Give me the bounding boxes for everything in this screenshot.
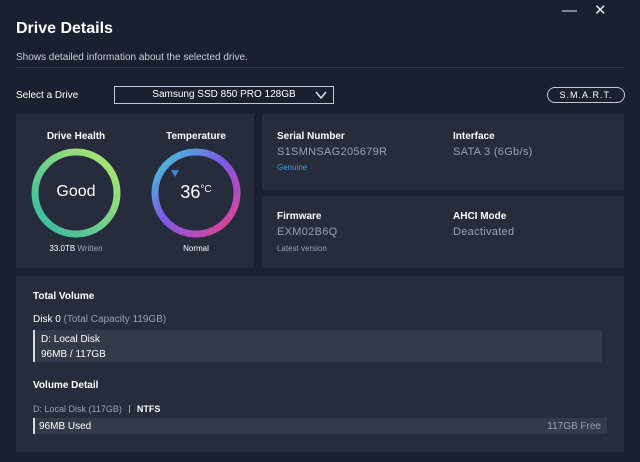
- chevron-down-icon: [315, 91, 327, 100]
- temperature-value: 36°C: [148, 182, 244, 203]
- drive-health-title: Drive Health: [46, 131, 106, 142]
- header-divider: [16, 67, 624, 68]
- partition-bar[interactable]: D: Local Disk 96MB / 117GB: [33, 330, 602, 362]
- volume-usage-fill: [33, 418, 35, 434]
- page-title: Drive Details: [16, 20, 113, 37]
- genuine-link[interactable]: Genuine: [277, 163, 307, 172]
- disk-capacity: (Total Capacity 119GB): [63, 314, 167, 325]
- triangle-marker-icon: [171, 170, 179, 177]
- firmware-label: Firmware: [277, 211, 322, 222]
- disk-name: Disk 0: [33, 314, 61, 325]
- firmware-value: EXM02B6Q: [277, 226, 338, 238]
- serial-value: S1SMNSAG205679R: [277, 146, 388, 158]
- interface-value: SATA 3 (6Gb/s): [453, 146, 533, 158]
- minimize-button[interactable]: —: [562, 3, 577, 18]
- written-value: 33.0TB: [49, 244, 76, 253]
- partition-accent: [33, 330, 35, 362]
- serial-label: Serial Number: [277, 131, 345, 142]
- page-subtitle: Shows detailed information about the sel…: [16, 52, 248, 63]
- drive-select-value: Samsung SSD 850 PRO 128GB: [152, 89, 296, 100]
- partition-usage: 96MB / 117GB: [41, 349, 106, 360]
- volume-detail-line: D: Local Disk (117GB) NTFS: [33, 404, 160, 414]
- smart-button[interactable]: S.M.A.R.T.: [547, 87, 625, 103]
- select-drive-label: Select a Drive: [16, 90, 79, 101]
- written-label: Written: [77, 244, 103, 253]
- volume-detail-label: Volume Detail: [33, 380, 99, 391]
- volume-name: D: Local Disk (117GB): [33, 404, 122, 414]
- temperature-title: Temperature: [166, 131, 226, 142]
- temperature-unit: °C: [200, 184, 212, 195]
- volume-used: 96MB Used: [39, 421, 92, 432]
- pipe-divider: [128, 405, 130, 413]
- drive-health-value: Good: [56, 183, 96, 200]
- drive-select[interactable]: Samsung SSD 850 PRO 128GB: [114, 86, 334, 104]
- written-caption: 33.0TB Written: [21, 244, 131, 253]
- interface-label: Interface: [453, 131, 495, 142]
- volume-usage-bar: 96MB Used 117GB Free: [33, 418, 607, 434]
- total-volume-label: Total Volume: [33, 291, 95, 302]
- disk-line: Disk 0 (Total Capacity 119GB): [33, 314, 166, 325]
- temperature-number: 36: [180, 182, 201, 202]
- firmware-status: Latest version: [277, 244, 327, 253]
- filesystem-value: NTFS: [136, 404, 161, 414]
- ahci-value: Deactivated: [453, 226, 515, 238]
- temperature-status: Normal: [183, 244, 209, 253]
- partition-name: D: Local Disk: [41, 334, 100, 345]
- volume-free: 117GB Free: [547, 421, 601, 432]
- close-button[interactable]: ✕: [594, 3, 607, 18]
- ahci-label: AHCI Mode: [453, 211, 507, 222]
